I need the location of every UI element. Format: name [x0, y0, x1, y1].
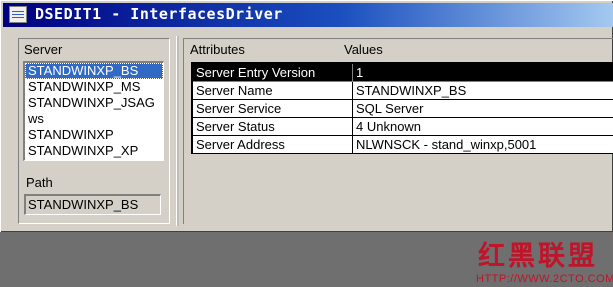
dsedit-app-icon[interactable]: [9, 6, 27, 23]
server-list-item[interactable]: STANDWINXP_JSAG: [25, 95, 163, 111]
grid-row[interactable]: Server Name STANDWINXP_BS: [192, 81, 613, 100]
server-list-item[interactable]: STANDWINXP_BS: [25, 63, 163, 79]
grid-row[interactable]: Server Status 4 Unknown: [192, 117, 613, 136]
dsedit-window: DSEDIT1 - InterfacesDriver Server STANDW…: [0, 0, 613, 232]
attributes-grid[interactable]: Server Entry Version 1 Server Name STANDWIN…: [191, 62, 613, 154]
attribute-cell[interactable]: Server Status: [192, 117, 353, 136]
path-label: Path: [26, 175, 53, 190]
grid-row[interactable]: Server Address NLWNSCK - stand_winxp,5001: [192, 135, 613, 154]
server-list-item[interactable]: ws: [25, 111, 163, 127]
value-cell[interactable]: 4 Unknown: [352, 117, 613, 136]
value-cell[interactable]: SQL Server: [352, 99, 613, 118]
value-cell[interactable]: STANDWINXP_BS: [352, 81, 613, 100]
server-list-item[interactable]: STANDWINXP_XP: [25, 143, 163, 159]
server-label: Server: [24, 42, 63, 57]
watermark-logo: 红黑联盟: [478, 241, 598, 272]
window-title: DSEDIT1 - InterfacesDriver: [35, 5, 283, 23]
grid-row[interactable]: Server Service SQL Server: [192, 99, 613, 118]
attribute-cell[interactable]: Server Name: [192, 81, 353, 100]
title-bar[interactable]: DSEDIT1 - InterfacesDriver: [3, 3, 613, 27]
attribute-cell[interactable]: Server Address: [192, 135, 353, 154]
attribute-cell[interactable]: Server Service: [192, 99, 353, 118]
grid-row[interactable]: Server Entry Version 1: [192, 63, 613, 82]
watermark-url: HTTP://WWW.2CTO.COM: [476, 273, 613, 285]
server-list[interactable]: STANDWINXP_BS STANDWINXP_MS STANDWINXP_JSA…: [23, 61, 164, 161]
path-field: STANDWINXP_BS: [24, 194, 161, 215]
attributes-column-header: Attributes: [190, 42, 245, 57]
value-cell[interactable]: NLWNSCK - stand_winxp,5001: [352, 135, 613, 154]
attribute-cell[interactable]: Server Entry Version: [192, 63, 353, 82]
value-cell[interactable]: 1: [352, 63, 613, 82]
server-list-item[interactable]: STANDWINXP_MS: [25, 79, 163, 95]
values-column-header: Values: [344, 42, 383, 57]
server-list-item[interactable]: STANDWINXP: [25, 127, 163, 143]
panel-splitter[interactable]: [176, 36, 179, 226]
